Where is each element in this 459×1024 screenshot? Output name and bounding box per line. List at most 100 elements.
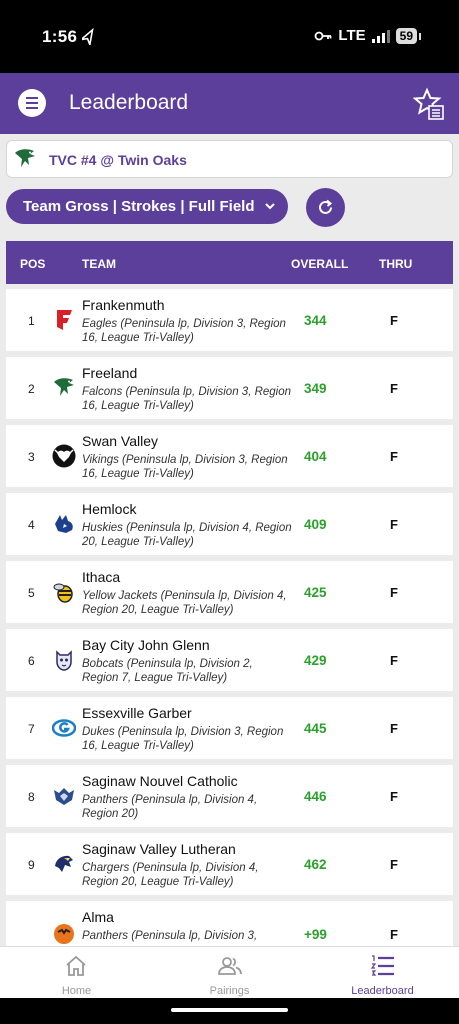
nav-pairings-label: Pairings — [209, 985, 250, 997]
row-pos: 6 — [28, 654, 35, 668]
overall-score: 404 — [304, 449, 327, 464]
row-pos: 5 — [28, 586, 35, 600]
nav-home-label: Home — [61, 985, 92, 997]
thru-status: F — [390, 721, 398, 736]
overall-score: 429 — [304, 653, 327, 668]
bottom-navigation: Home Pairings Leaderboard — [0, 946, 459, 998]
overall-score: 445 — [304, 721, 327, 736]
falcon-logo-icon — [15, 149, 35, 167]
row-pos: 9 — [28, 858, 35, 872]
thru-status: F — [390, 449, 398, 464]
team-details: Dukes (Peninsula lp, Division 3, Region … — [82, 726, 284, 752]
row-pos: 4 — [28, 518, 35, 532]
alma-logo-icon — [54, 924, 74, 944]
header-team: TEAM — [82, 257, 116, 271]
team-details: Bobcats (Peninsula lp, Division 2, Regio… — [82, 658, 253, 684]
header-thru: THRU — [379, 257, 413, 271]
header-pos: POS — [20, 257, 46, 271]
john-glenn-logo-icon — [56, 650, 72, 671]
team-details: Huskies (Peninsula lp, Division 4, Regio… — [82, 522, 292, 548]
team-name: Alma — [82, 909, 114, 925]
row-pos: 8 — [28, 790, 35, 804]
swan-valley-logo-icon — [52, 444, 76, 468]
system-gesture-bar — [0, 998, 459, 1024]
nouvel-logo-icon — [54, 788, 74, 805]
thru-status: F — [390, 927, 398, 942]
chevron-down-icon — [265, 203, 275, 210]
table-row[interactable]: 8 Saginaw Nouvel Catholic Panthers (Peni… — [6, 765, 453, 827]
favorites-list-icon[interactable] — [413, 87, 445, 121]
row-pos: 3 — [28, 450, 35, 464]
refresh-button[interactable] — [306, 188, 345, 227]
event-name: TVC #4 @ Twin Oaks — [49, 152, 187, 168]
battery-icon: 59 — [395, 27, 422, 44]
row-pos: 1 — [28, 314, 35, 328]
table-row[interactable]: 5 Ithaca Yellow Jackets (Peninsula lp, D… — [6, 561, 453, 623]
thru-status: F — [390, 789, 398, 804]
table-row[interactable]: 4 Hemlock Huskies (Peninsula lp, Divisio… — [6, 493, 453, 555]
leaderboard-content: TVC #4 @ Twin Oaks Team Gross | Strokes … — [0, 134, 459, 946]
menu-button[interactable] — [18, 89, 46, 117]
team-name: Hemlock — [82, 501, 137, 517]
overall-score: +99 — [304, 927, 327, 942]
table-row[interactable]: 9 Saginaw Valley Lutheran Chargers (Peni… — [6, 833, 453, 895]
team-details: Vikings (Peninsula lp, Division 3, Regio… — [82, 454, 288, 480]
table-row[interactable]: 7 Essexville Garber Dukes (Peninsula lp,… — [6, 697, 453, 759]
header-overall: OVERALL — [291, 257, 349, 271]
thru-status: F — [390, 857, 398, 872]
table-row[interactable]: 1 Frankenmuth Eagles (Peninsula lp, Divi… — [6, 289, 453, 351]
team-name: Essexville Garber — [82, 705, 192, 721]
table-row[interactable]: 10 Alma Panthers (Peninsula lp, Division… — [6, 901, 453, 946]
table-row[interactable]: 6 Bay City John Glenn Bobcats (Peninsula… — [6, 629, 453, 691]
overall-score: 349 — [304, 381, 327, 396]
thru-status: F — [390, 517, 398, 532]
page-title: Leaderboard — [69, 91, 189, 114]
overall-score: 344 — [304, 313, 327, 328]
hemlock-logo-icon — [55, 515, 73, 533]
team-details: Panthers (Peninsula lp, Division 3, — [82, 930, 258, 942]
home-icon — [66, 955, 86, 976]
team-name: Saginaw Nouvel Catholic — [82, 773, 238, 789]
garber-logo-icon — [52, 719, 76, 737]
filter-label: Team Gross | Strokes | Full Field — [23, 198, 255, 215]
refresh-icon — [319, 199, 333, 214]
team-name: Bay City John Glenn — [82, 637, 210, 653]
nav-leaderboard[interactable]: Leaderboard — [306, 947, 459, 999]
nav-pairings[interactable]: Pairings — [153, 947, 306, 999]
overall-score: 446 — [304, 789, 327, 804]
table-header: POS TEAM OVERALL THRU — [6, 241, 453, 284]
status-indicators: LTE 59 — [314, 27, 422, 44]
overall-score: 409 — [304, 517, 327, 532]
row-pos: 2 — [28, 382, 35, 396]
home-indicator[interactable] — [171, 1008, 288, 1012]
thru-status: F — [390, 313, 398, 328]
filter-dropdown[interactable]: Team Gross | Strokes | Full Field — [6, 189, 288, 224]
nav-leaderboard-label: Leaderboard — [351, 985, 414, 997]
team-details: Yellow Jackets (Peninsula lp, Division 4… — [82, 590, 287, 616]
vpn-key-icon — [315, 31, 332, 40]
nav-home[interactable]: Home — [0, 947, 153, 999]
thru-status: F — [390, 653, 398, 668]
network-type: LTE — [338, 27, 366, 44]
team-details: Falcons (Peninsula lp, Division 3, Regio… — [82, 386, 292, 412]
leaderboard-icon — [370, 955, 394, 976]
overall-score: 462 — [304, 857, 327, 872]
table-row[interactable]: 3 Swan Valley Vikings (Peninsula lp, Div… — [6, 425, 453, 487]
thru-status: F — [390, 381, 398, 396]
people-icon — [218, 957, 242, 975]
team-name: Ithaca — [82, 569, 121, 585]
team-name: Saginaw Valley Lutheran — [82, 841, 236, 857]
row-pos: 7 — [28, 722, 35, 736]
navigation-arrow-icon — [82, 27, 94, 45]
signal-strength-icon — [371, 29, 390, 43]
status-time: 1:56 — [42, 27, 78, 46]
status-bar: 1:56 LTE 59 — [0, 0, 459, 73]
team-name: Frankenmuth — [82, 297, 165, 313]
app-bar: Leaderboard — [0, 73, 459, 134]
team-details: Eagles (Peninsula lp, Division 3, Region… — [82, 318, 286, 344]
team-name: Swan Valley — [82, 433, 159, 449]
table-row[interactable]: 2 Freeland Falcons (Peninsula lp, Divisi… — [6, 357, 453, 419]
freeland-logo-icon — [54, 378, 74, 396]
event-card[interactable]: TVC #4 @ Twin Oaks — [6, 140, 453, 178]
valley-lutheran-logo-icon — [55, 855, 73, 872]
